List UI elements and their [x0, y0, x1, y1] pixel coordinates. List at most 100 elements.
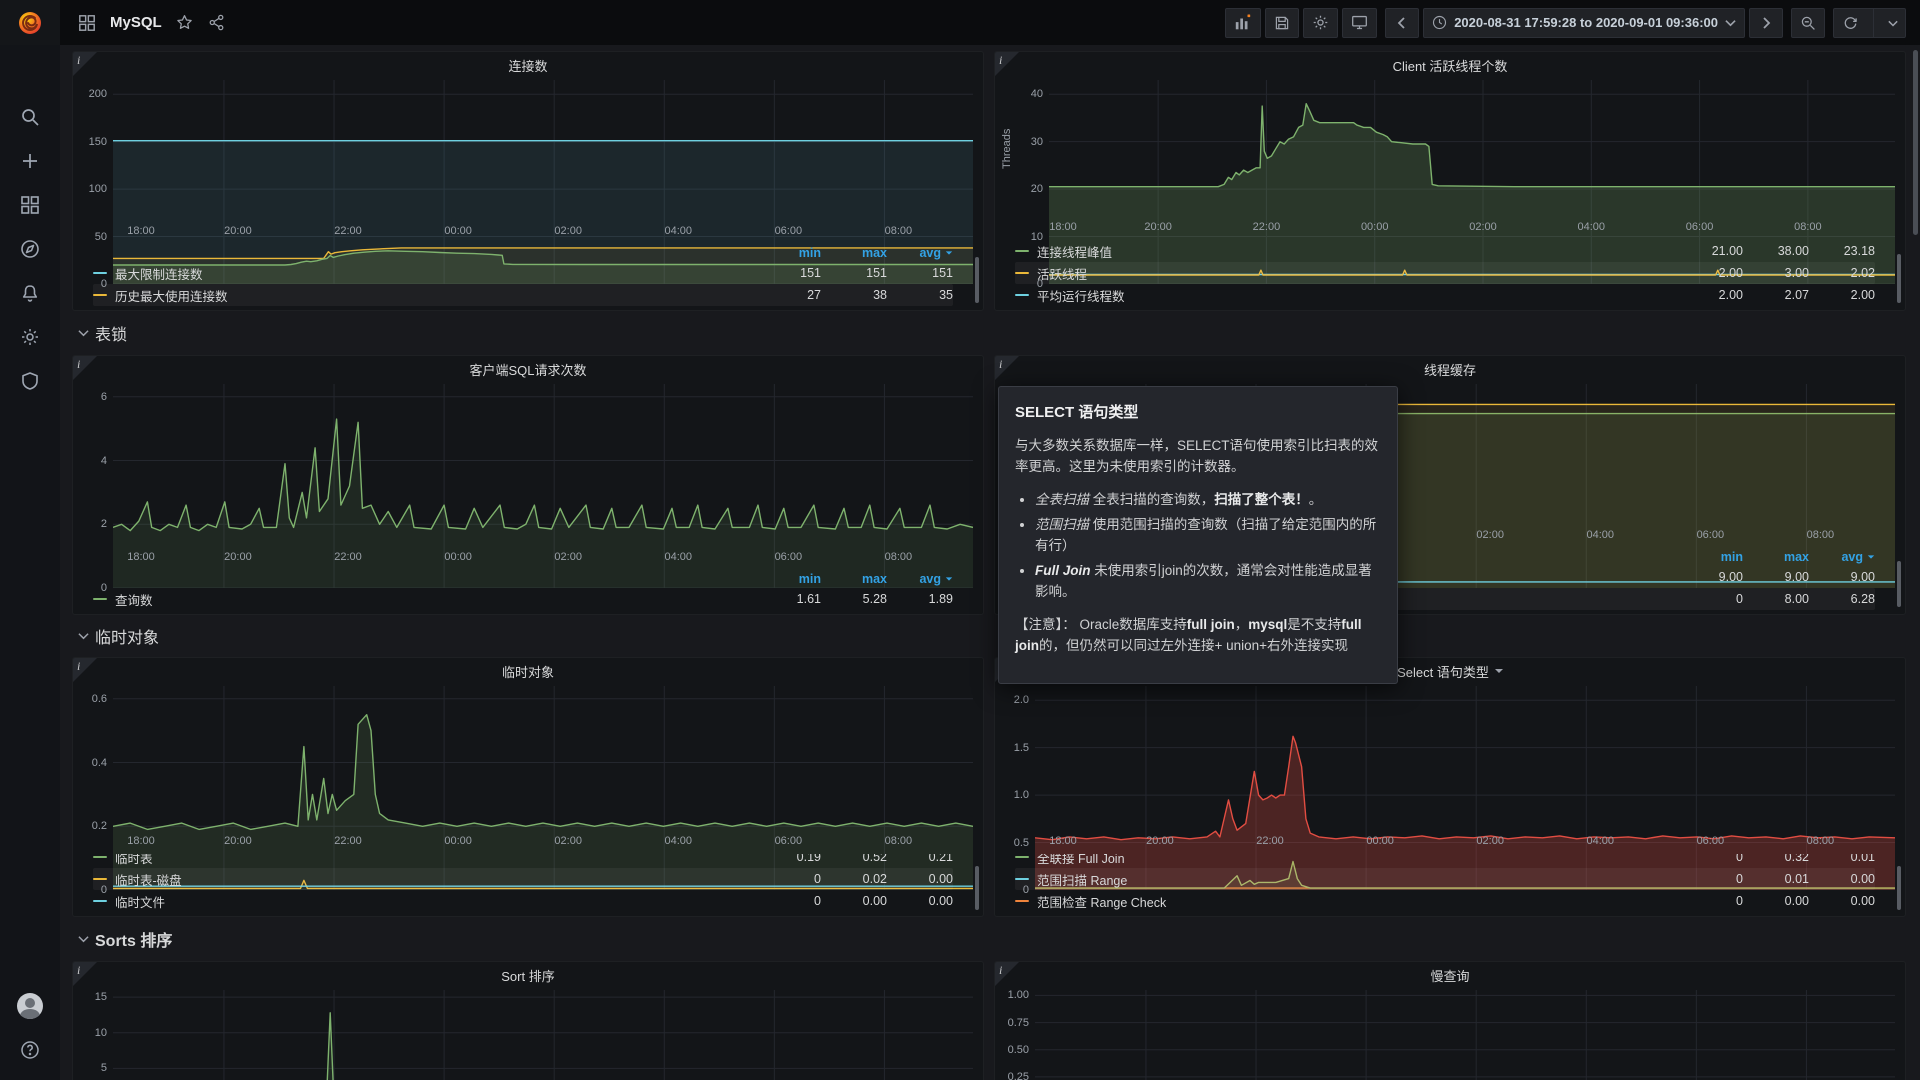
legend-scrollbar[interactable]: [1897, 254, 1901, 303]
dashboard-grid-icon[interactable]: [78, 14, 96, 32]
legend-scrollbar[interactable]: [1897, 561, 1901, 607]
legend-sort-min[interactable]: min: [755, 246, 821, 260]
dashboard-title[interactable]: MySQL: [110, 14, 162, 31]
legend-scrollbar[interactable]: [975, 866, 979, 910]
panel-info-icon[interactable]: i: [995, 962, 1019, 986]
time-shift-back-button[interactable]: [1385, 8, 1419, 38]
refresh-button[interactable]: [1833, 8, 1906, 38]
sidebar-server-admin[interactable]: [0, 359, 60, 403]
legend-sort-avg[interactable]: avg: [1809, 550, 1875, 564]
legend-scrollbar[interactable]: [975, 257, 979, 303]
legend-row: 最大限制连接数151151151: [93, 262, 953, 284]
legend: 临时表0.190.520.21临时表-磁盘00.020.00临时文件00.000…: [73, 852, 983, 916]
cycle-view-button[interactable]: [1342, 8, 1377, 38]
grafana-logo-icon: [17, 10, 43, 36]
row-header-sorts[interactable]: Sorts 排序: [72, 925, 1906, 953]
chart-plot[interactable]: [113, 80, 973, 222]
panel-info-icon[interactable]: i: [995, 356, 1019, 380]
tooltip-note: 【注意】： Oracle数据库支持full join，mysql是不支持full…: [1015, 615, 1381, 657]
chart-plot[interactable]: [113, 686, 973, 832]
panel-title-thread-cache[interactable]: 线程缓存: [995, 356, 1905, 382]
x-axis: 18:0020:0022:0000:0002:0004:0006:0008:00: [1049, 220, 1895, 238]
panel-info-icon[interactable]: i: [73, 356, 97, 380]
legend-sort-avg[interactable]: avg: [887, 572, 953, 586]
sidebar-explore[interactable]: [0, 227, 60, 271]
legend-value: 9.00: [1809, 570, 1875, 584]
legend-series-label[interactable]: 临时表: [115, 854, 755, 867]
legend-series-label[interactable]: 查询数: [115, 590, 755, 609]
sidebar-dashboards[interactable]: [0, 183, 60, 227]
panel-title-client-threads[interactable]: Client 活跃线程个数: [995, 52, 1905, 78]
panel-info-icon[interactable]: i: [73, 962, 97, 986]
x-tick-label: 06:00: [1692, 529, 1728, 541]
compass-icon: [20, 239, 40, 259]
legend-series-label[interactable]: 范围检查 Range Check: [1037, 892, 1677, 911]
panel-title-sql-requests[interactable]: 客户端SQL请求次数: [73, 356, 983, 382]
legend-series-label[interactable]: 连接线程峰值: [1037, 242, 1677, 261]
legend-series-label[interactable]: 平均运行线程数: [1037, 286, 1677, 305]
time-shift-forward-button[interactable]: [1749, 8, 1783, 38]
panel-title-connections[interactable]: 连接数: [73, 52, 983, 78]
legend-series-label[interactable]: 范围扫描 Range: [1037, 870, 1677, 889]
legend-sort-min[interactable]: min: [1677, 550, 1743, 564]
legend-value: 0: [1677, 592, 1743, 606]
sidebar-configuration[interactable]: [0, 315, 60, 359]
panel-title-slow-query[interactable]: 慢查询: [995, 962, 1905, 988]
legend-series-label[interactable]: 活跃线程: [1037, 264, 1677, 283]
legend-series-label[interactable]: 历史最大使用连接数: [115, 286, 755, 305]
legend-series-label[interactable]: 临时表-磁盘: [115, 870, 755, 889]
legend-value: 27: [755, 288, 821, 302]
star-icon[interactable]: [176, 14, 194, 32]
chart-plot[interactable]: [113, 384, 973, 548]
grafana-logo[interactable]: [0, 0, 60, 45]
legend-series-label[interactable]: 最大限制连接数: [115, 264, 755, 283]
panel-info-icon[interactable]: i: [73, 658, 97, 682]
legend-scrollbar[interactable]: [1897, 866, 1901, 910]
save-dashboard-button[interactable]: [1265, 8, 1299, 38]
legend-row: 查询数1.615.281.89: [93, 588, 953, 610]
panel-title-text: 慢查询: [1430, 966, 1469, 985]
row-header-temp-objects[interactable]: 临时对象: [72, 623, 1906, 649]
y-tick-label: 0.25: [1008, 1071, 1029, 1080]
legend: 连接线程峰值21.0038.0023.18活跃线程2.003.002.02平均运…: [995, 238, 1905, 310]
panel-title-temp-objects[interactable]: 临时对象: [73, 658, 983, 684]
sidebar-create[interactable]: [0, 139, 60, 183]
legend-sort-avg[interactable]: avg: [887, 246, 953, 260]
sidebar-help[interactable]: [0, 1028, 60, 1072]
legend-value: 21.00: [1677, 244, 1743, 258]
legend-series-label[interactable]: 全联接 Full Join: [1037, 854, 1677, 867]
sidebar-search[interactable]: [0, 95, 60, 139]
tooltip-title: SELECT 语句类型: [1015, 401, 1381, 424]
chart-plot[interactable]: [1049, 80, 1895, 218]
y-axis: 010203040: [1015, 80, 1049, 218]
legend-value: 0.00: [821, 894, 887, 908]
panel-info-icon[interactable]: i: [995, 52, 1019, 76]
chart-plot[interactable]: [113, 990, 973, 1080]
legend-series-label[interactable]: 临时文件: [115, 892, 755, 911]
series-color-dash-icon: [1015, 900, 1029, 902]
legend-sort-min[interactable]: min: [755, 572, 821, 586]
row-header-table-locks[interactable]: 表锁: [72, 319, 1906, 347]
sidebar-user-avatar[interactable]: [0, 984, 60, 1028]
y-tick-label: 4: [101, 455, 107, 467]
legend-row: 全联接 Full Join00.320.01: [1015, 854, 1875, 868]
sidebar-alerting[interactable]: [0, 271, 60, 315]
legend-sort-max[interactable]: max: [821, 246, 887, 260]
share-icon[interactable]: [208, 14, 226, 32]
x-tick-label: 20:00: [1142, 835, 1178, 847]
add-panel-button[interactable]: [1225, 8, 1261, 38]
legend-value: 0: [1677, 872, 1743, 886]
dashboard-settings-button[interactable]: [1303, 8, 1338, 38]
legend-row: 临时表0.190.520.21: [93, 854, 953, 868]
legend-sort-max[interactable]: max: [821, 572, 887, 586]
zoom-out-button[interactable]: [1791, 8, 1825, 38]
panel-info-icon[interactable]: i: [73, 52, 97, 76]
chart-plot[interactable]: [1035, 686, 1895, 832]
x-tick-label: 22:00: [1248, 221, 1284, 233]
time-range-picker[interactable]: 2020-08-31 17:59:28 to 2020-09-01 09:36:…: [1423, 8, 1745, 38]
tooltip-bullet-list: 全表扫描 全表扫描的查询数，扫描了整个表！。范围扫描 使用范围扫描的查询数（扫描…: [1035, 490, 1381, 603]
legend-sort-max[interactable]: max: [1743, 550, 1809, 564]
chart-plot[interactable]: [1035, 990, 1895, 1080]
page-scrollbar[interactable]: [1913, 50, 1918, 235]
panel-title-sort[interactable]: Sort 排序: [73, 962, 983, 988]
